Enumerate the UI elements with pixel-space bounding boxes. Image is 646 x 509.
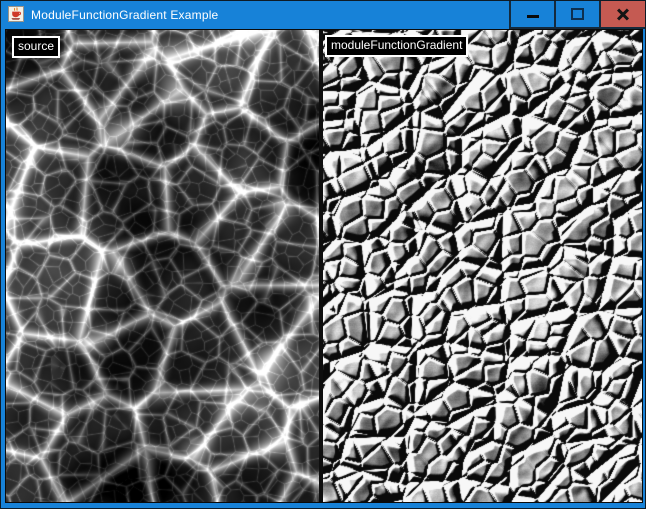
titlebar[interactable]: ModuleFunctionGradient Example (1, 1, 645, 29)
source-noise-image (6, 30, 319, 502)
source-panel: source (6, 30, 319, 502)
app-window: ModuleFunctionGradient Example source mo… (0, 0, 646, 509)
content-area: source moduleFunctionGradient (5, 29, 643, 503)
minimize-button[interactable] (509, 1, 554, 27)
close-button[interactable] (599, 1, 645, 27)
module-function-gradient-image (323, 30, 642, 502)
source-label: source (12, 36, 60, 58)
maximize-icon (571, 8, 584, 20)
window-controls (509, 1, 645, 29)
minimize-icon (527, 15, 539, 18)
gradient-label: moduleFunctionGradient (325, 35, 468, 57)
maximize-button[interactable] (554, 1, 599, 27)
gradient-panel: moduleFunctionGradient (323, 30, 642, 502)
java-app-icon (8, 6, 24, 22)
close-icon (616, 7, 630, 21)
window-title: ModuleFunctionGradient Example (31, 8, 218, 22)
